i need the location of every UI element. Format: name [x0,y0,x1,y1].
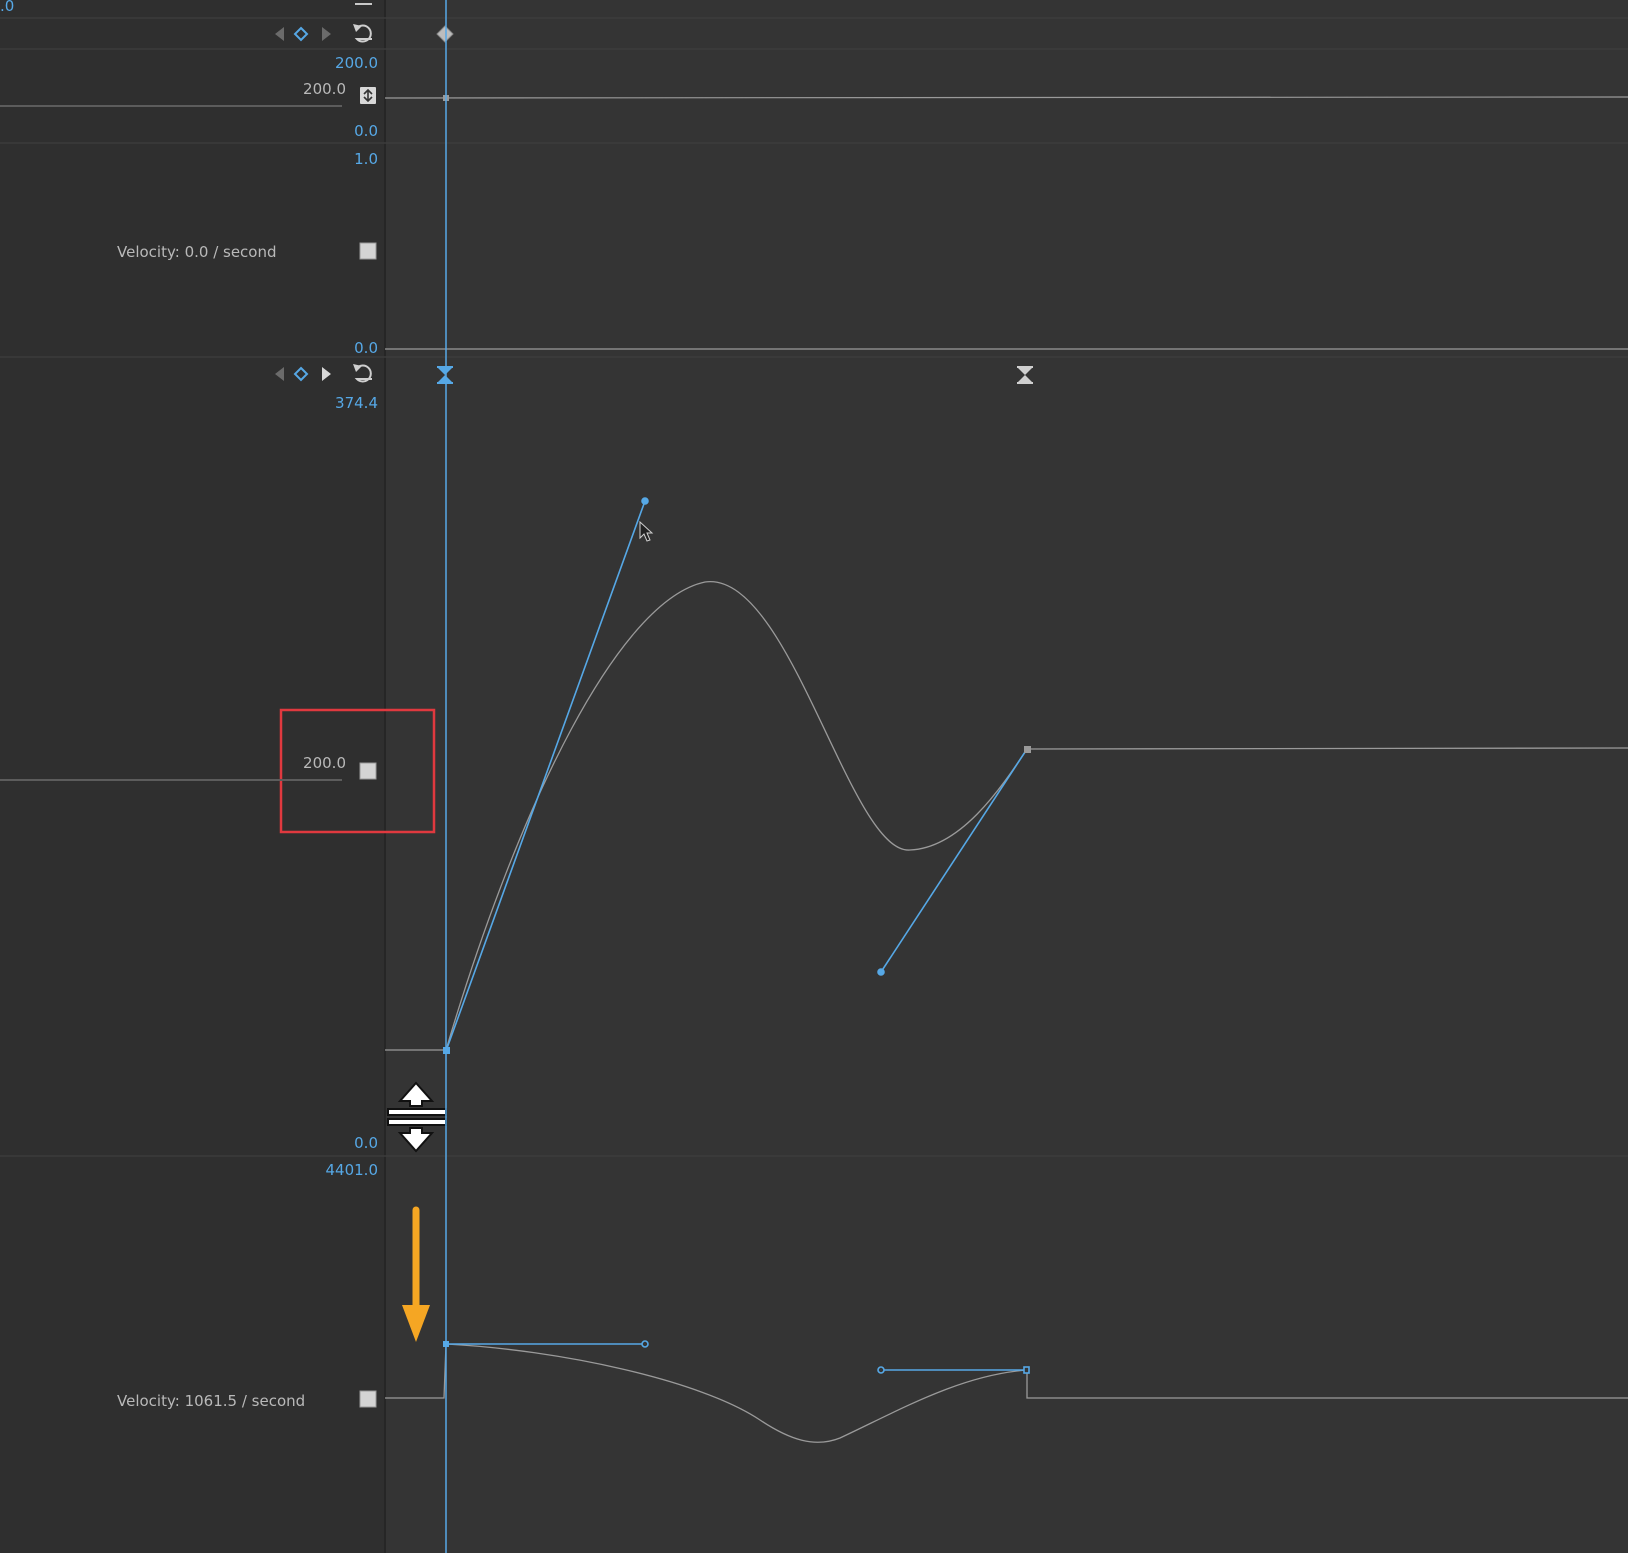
scale-max-label: 200.0 [335,54,378,72]
position-min-label: 0.0 [354,1134,378,1152]
scale-velocity-min-label: 0.0 [354,339,378,357]
position-keyframe-point[interactable] [1024,746,1031,753]
position-velocity-max-label: 4401.0 [326,1161,379,1179]
stopwatch-toggle[interactable] [359,242,377,260]
constrain-proportions-icon[interactable] [360,87,376,104]
top-partial-value: .0 [0,0,14,15]
scale-velocity-label: Velocity: 0.0 / second [117,243,277,261]
position-value[interactable]: 200.0 [303,754,346,772]
scale-value[interactable]: 200.0 [303,80,346,98]
graph-panel [385,0,1628,1553]
stopwatch-toggle[interactable] [359,762,377,780]
position-max-label: 374.4 [335,394,378,412]
stopwatch-toggle[interactable] [359,1390,377,1408]
property-panel [0,0,385,1553]
position-velocity-label: Velocity: 1061.5 / second [117,1392,305,1410]
scale-min-label: 0.0 [354,122,378,140]
scale-velocity-max-label: 1.0 [354,150,378,168]
